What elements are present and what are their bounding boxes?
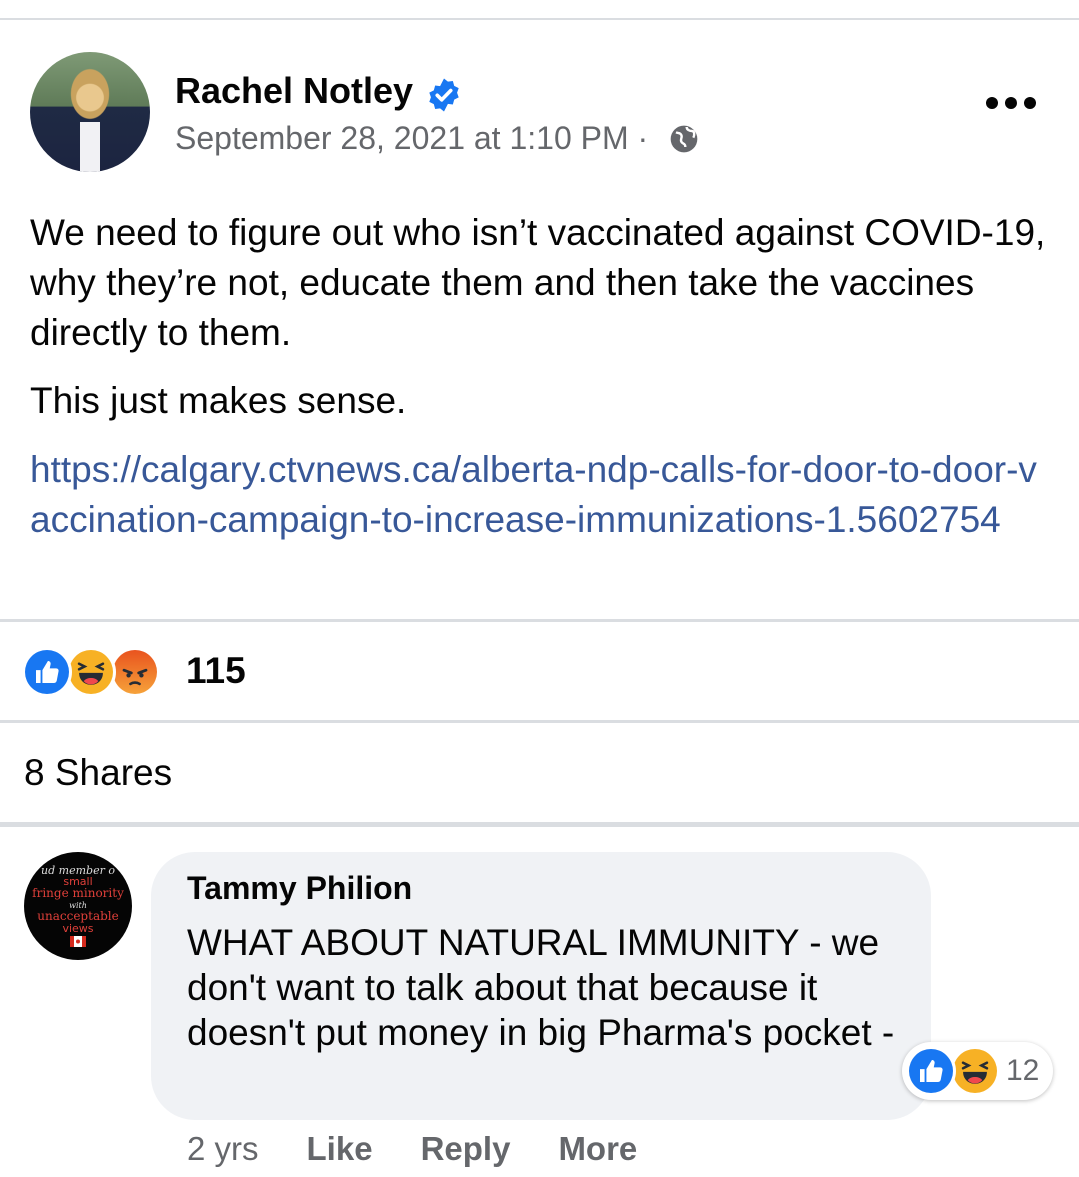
top-divider	[0, 18, 1079, 20]
dot-icon	[1024, 97, 1036, 109]
like-button[interactable]: Like	[307, 1130, 373, 1168]
comment-age[interactable]: 2 yrs	[187, 1130, 259, 1168]
like-icon	[906, 1046, 956, 1096]
post-paragraph: We need to figure out who isn’t vaccinat…	[30, 212, 1046, 353]
haha-icon	[950, 1046, 1000, 1096]
avatar-text-image: ud member o small fringe minority with u…	[32, 864, 124, 947]
post-timestamp[interactable]: September 28, 2021 at 1:10 PM	[175, 120, 629, 156]
reply-button[interactable]: Reply	[421, 1130, 511, 1168]
avatar-text-line: views	[62, 922, 93, 935]
divider	[0, 619, 1079, 622]
commenter-name[interactable]: Tammy Philion	[187, 870, 412, 907]
post-paragraph: This just makes sense.	[30, 380, 407, 421]
meta-separator: ·	[637, 120, 649, 156]
post-meta: September 28, 2021 at 1:10 PM ·	[175, 120, 648, 157]
dot-icon	[986, 97, 998, 109]
globe-icon	[670, 125, 698, 153]
avatar-text-line: unacceptable	[37, 909, 118, 923]
haha-icon	[66, 647, 116, 697]
post-link[interactable]: https://calgary.ctvnews.ca/alberta-ndp-c…	[30, 445, 1050, 545]
post-text: We need to figure out who isn’t vaccinat…	[30, 208, 1050, 444]
avatar-text-line: fringe minority	[32, 886, 124, 900]
divider	[0, 720, 1079, 723]
comment-text: WHAT ABOUT NATURAL IMMUNITY - we don't w…	[187, 922, 895, 1053]
comment-actions: 2 yrs Like Reply More	[187, 1130, 637, 1168]
comment-reaction-count: 12	[1006, 1054, 1040, 1087]
like-icon	[22, 647, 72, 697]
reaction-count[interactable]: 115	[186, 650, 246, 692]
dot-icon	[1005, 97, 1017, 109]
author-avatar[interactable]	[30, 52, 150, 172]
more-options-button[interactable]	[986, 88, 1042, 118]
commenter-avatar[interactable]: ud member o small fringe minority with u…	[24, 852, 132, 960]
author-name[interactable]: Rachel Notley	[175, 70, 413, 112]
divider	[0, 822, 1079, 827]
shares-count[interactable]: 8 Shares	[24, 752, 172, 794]
verified-badge-icon	[429, 78, 459, 112]
angry-icon	[110, 647, 160, 697]
reaction-icons[interactable]	[22, 645, 160, 699]
comment-reactions[interactable]: 12	[902, 1042, 1054, 1100]
more-button[interactable]: More	[558, 1130, 637, 1168]
